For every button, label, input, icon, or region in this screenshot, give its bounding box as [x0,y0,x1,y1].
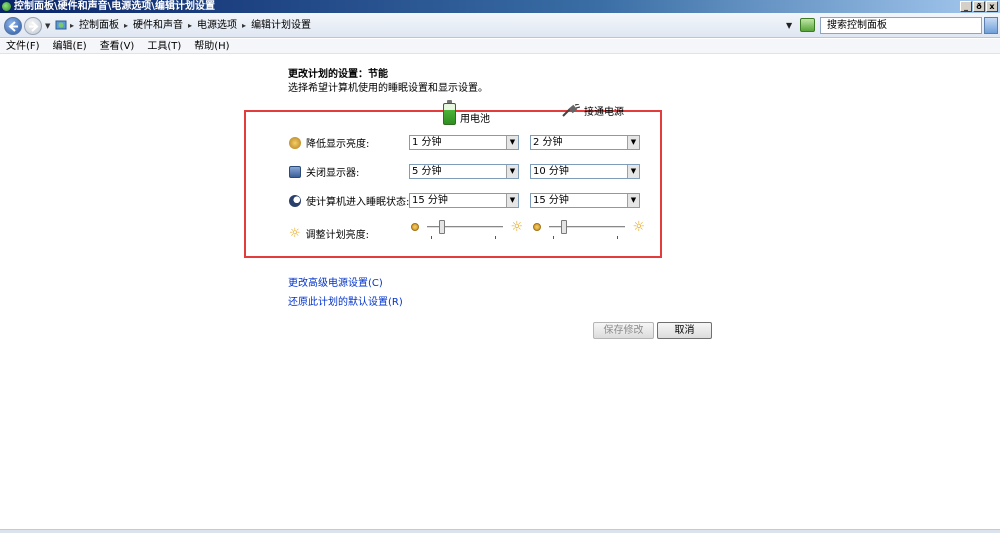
page-subtitle: 选择希望计算机使用的睡眠设置和显示设置。 [288,83,488,94]
recent-pages-dropdown[interactable]: ▼ [45,22,50,30]
slider-tick [617,236,618,239]
dim-display-battery-select[interactable]: 1 分钟 ▼ [409,135,519,150]
row-brightness: ☼ 调整计划亮度: [289,225,370,242]
slider-thumb[interactable] [561,220,568,234]
menu-bar: 文件(F) 编辑(E) 查看(V) 工具(T) 帮助(H) [0,39,1000,54]
row-label-dim-display: 降低显示亮度: [306,139,370,150]
window-controls: _ ð x [960,1,998,12]
row-label-brightness: 调整计划亮度: [305,230,370,241]
sun-icon: ☼ [289,225,301,241]
chevron-right-icon[interactable]: ▸ [188,13,192,38]
menu-file[interactable]: 文件(F) [6,39,40,53]
control-panel-icon [55,20,67,30]
address-bar: ▼ ▸ 控制面板 ▸ 硬件和声音 ▸ 电源选项 ▸ 编辑计划设置 ▼ 搜索控制面… [0,13,1000,38]
chevron-down-icon[interactable]: ▼ [627,165,639,178]
turn-off-display-battery-select[interactable]: 5 分钟 ▼ [409,164,519,179]
save-changes-button[interactable]: 保存修改 [593,322,654,339]
dim-sun-icon [533,223,541,231]
chevron-down-icon[interactable]: ▼ [506,194,518,207]
row-label-turn-off-display: 关闭显示器: [306,168,360,179]
menu-help[interactable]: 帮助(H) [194,39,229,53]
page-title: 更改计划的设置：节能 [288,69,388,80]
dim-sun-icon [411,223,419,231]
menu-tools[interactable]: 工具(T) [147,39,181,53]
chevron-right-icon[interactable]: ▸ [124,13,128,38]
title-bar: 控制面板\硬件和声音\电源选项\编辑计划设置 _ ð x [0,0,1000,13]
battery-icon [443,100,456,125]
column-label-plugged: 接通电源 [584,107,624,118]
column-label-battery: 用电池 [460,114,490,125]
chevron-down-icon[interactable]: ▼ [506,136,518,149]
dim-display-icon [289,136,301,149]
search-input[interactable]: 搜索控制面板 [820,17,982,34]
chevron-down-icon[interactable]: ▼ [786,21,792,30]
chevron-down-icon[interactable]: ▼ [506,165,518,178]
advanced-power-settings-link[interactable]: 更改高级电源设置(C) [288,274,383,289]
sleep-battery-select[interactable]: 15 分钟 ▼ [409,193,519,208]
status-bar [0,529,1000,533]
column-header-battery: 用电池 [443,100,490,125]
control-panel-icon [2,2,11,11]
chevron-right-icon: ▸ [70,21,75,30]
moon-icon [289,194,301,207]
menu-edit[interactable]: 编辑(E) [53,39,87,53]
slider-thumb[interactable] [439,220,446,234]
chevron-down-icon[interactable]: ▼ [627,136,639,149]
turn-off-display-plugged-select[interactable]: 10 分钟 ▼ [530,164,640,179]
crumb-hardware-sound[interactable]: 硬件和声音 [133,13,183,38]
row-label-sleep: 使计算机进入睡眠状态: [306,197,410,208]
plug-icon [562,104,580,117]
row-dim-display: 降低显示亮度: [289,135,369,150]
row-sleep: 使计算机进入睡眠状态: [289,193,409,208]
brightness-battery-slider[interactable]: ☼ [411,220,523,242]
back-button[interactable] [4,17,22,35]
chevron-right-icon[interactable]: ▸ [242,13,246,38]
crumb-control-panel[interactable]: 控制面板 [79,13,119,38]
restore-button[interactable]: ð [973,1,985,12]
arrow-left-icon [8,21,18,32]
forward-button[interactable] [24,17,42,35]
window-title: 控制面板\硬件和声音\电源选项\编辑计划设置 [14,1,215,12]
bright-sun-icon: ☼ [510,219,523,235]
bright-sun-icon: ☼ [632,219,645,235]
sleep-plugged-select[interactable]: 15 分钟 ▼ [530,193,640,208]
crumb-edit-plan[interactable]: 编辑计划设置 [251,13,311,38]
search-icon[interactable] [984,17,998,34]
chevron-down-icon[interactable]: ▼ [627,194,639,207]
crumb-power-options[interactable]: 电源选项 [197,13,237,38]
row-turn-off-display: 关闭显示器: [289,164,359,179]
dim-display-plugged-select[interactable]: 2 分钟 ▼ [530,135,640,150]
menu-view[interactable]: 查看(V) [100,39,135,53]
monitor-icon [289,165,301,178]
arrow-right-icon [29,21,39,32]
close-button[interactable]: x [986,1,998,12]
cancel-button[interactable]: 取消 [657,322,712,339]
breadcrumb: ▸ 控制面板 ▸ 硬件和声音 ▸ 电源选项 ▸ 编辑计划设置 [70,13,311,38]
column-header-plugged: 接通电源 [562,103,624,118]
slider-tick [553,236,554,239]
slider-tick [495,236,496,239]
restore-defaults-link[interactable]: 还原此计划的默认设置(R) [288,293,403,308]
minimize-button[interactable]: _ [960,1,972,12]
brightness-plugged-slider[interactable]: ☼ [533,220,645,242]
refresh-button[interactable] [800,18,815,32]
slider-tick [431,236,432,239]
